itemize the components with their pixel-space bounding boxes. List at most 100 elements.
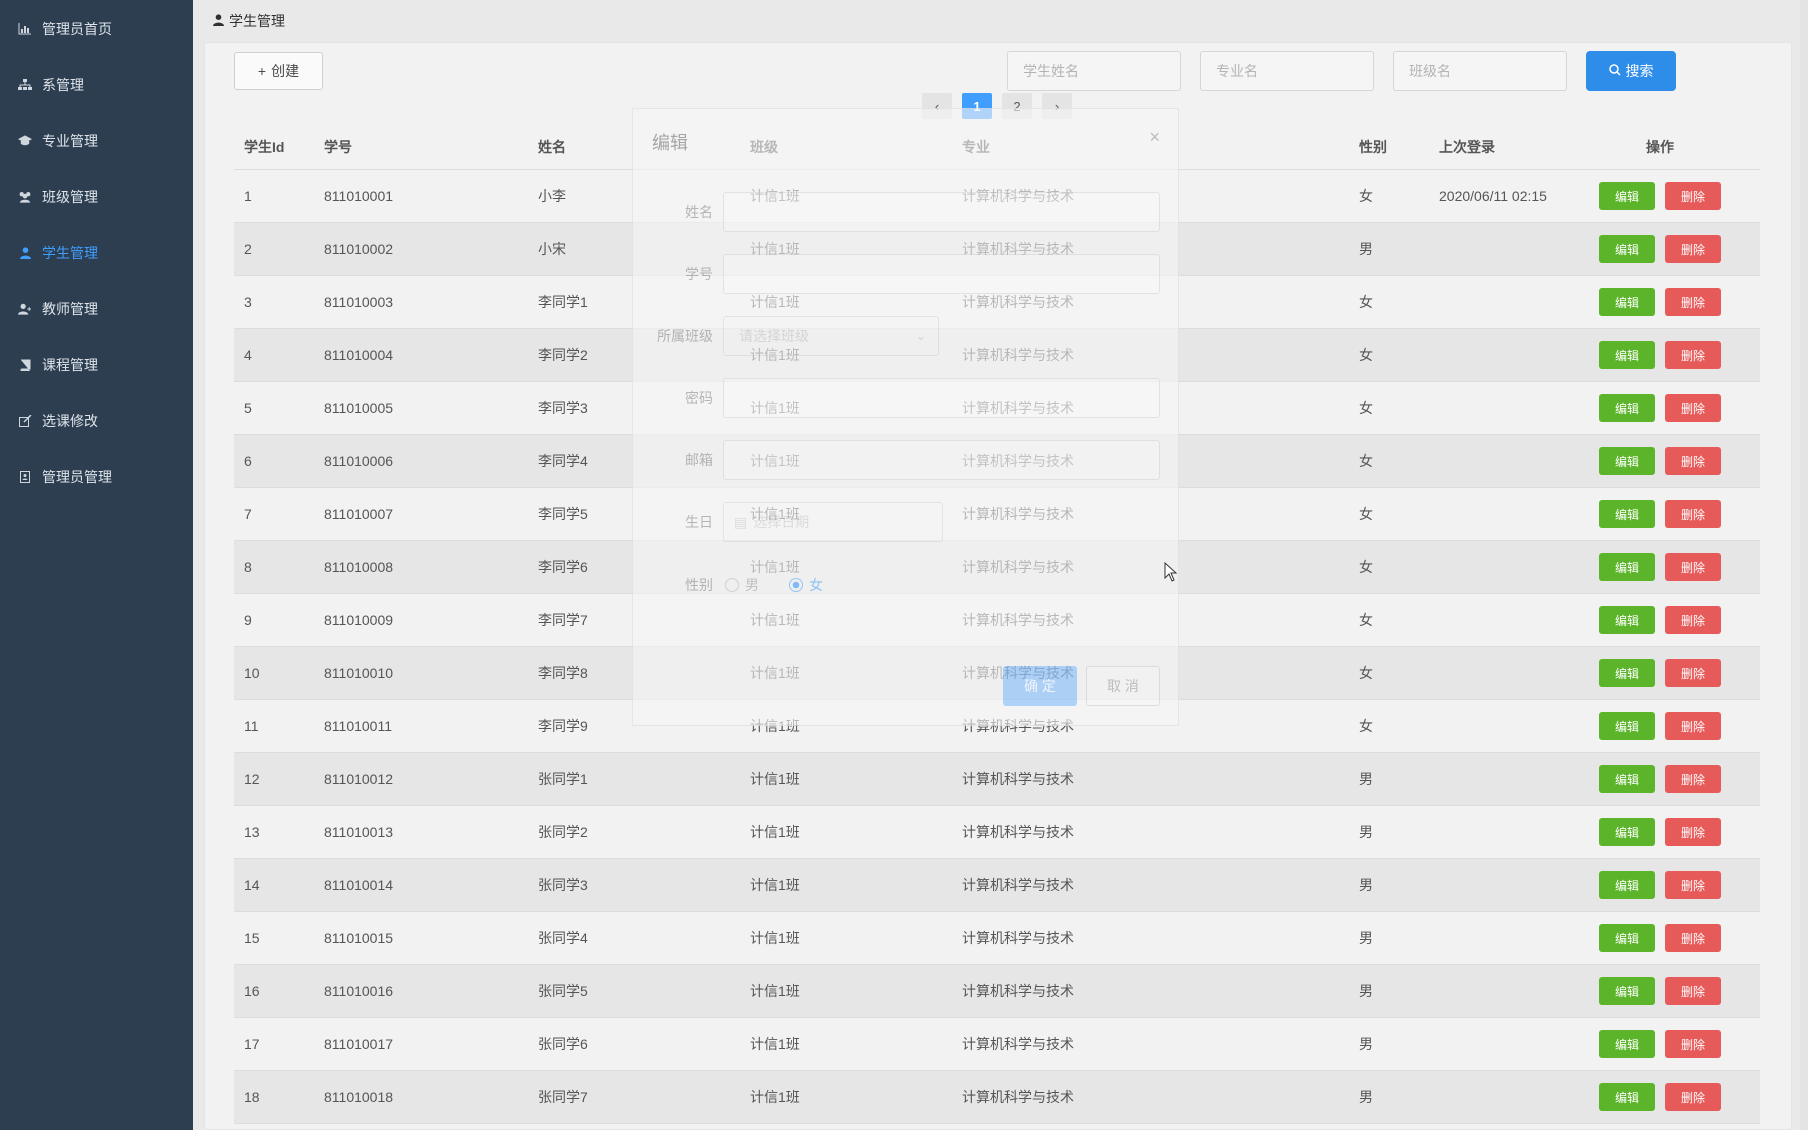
search-icon: [1608, 63, 1621, 79]
birthday-date-picker[interactable]: ▤ 选择日期: [723, 502, 943, 542]
number-field[interactable]: [723, 254, 1160, 294]
email-field[interactable]: [723, 440, 1160, 480]
cell-no: 811010009: [324, 612, 394, 628]
scrollbar[interactable]: [1800, 0, 1808, 1130]
edit-button[interactable]: 编辑: [1599, 977, 1655, 1005]
user-plus-icon: [18, 302, 32, 316]
user-icon: [18, 246, 32, 260]
cell-major: 计算机科学与技术: [962, 1036, 1074, 1052]
class-select-placeholder: 请选择班级: [739, 328, 809, 344]
edit-button[interactable]: 编辑: [1599, 288, 1655, 316]
password-field[interactable]: [723, 378, 1160, 418]
delete-button[interactable]: 删除: [1665, 553, 1721, 581]
cell-name: 李同学3: [538, 400, 588, 416]
cell-id: 14: [244, 877, 260, 893]
major-name-search-input[interactable]: [1200, 51, 1374, 91]
sidebar-item[interactable]: 学生管理: [0, 233, 193, 273]
cell-gender: 男: [1359, 1089, 1373, 1105]
cell-name: 李同学8: [538, 665, 588, 681]
sidebar-item[interactable]: 专业管理: [0, 121, 193, 161]
edit-button[interactable]: 编辑: [1599, 447, 1655, 475]
edit-button[interactable]: 编辑: [1599, 871, 1655, 899]
table-row: 12 811010012 张同学1 计信1班 计算机科学与技术 男 编辑 删除: [234, 753, 1760, 806]
column-header: 学号: [324, 138, 352, 155]
edit-button[interactable]: 编辑: [1599, 182, 1655, 210]
cell-class: 计信1班: [750, 771, 800, 787]
plus-icon: +: [257, 63, 267, 79]
chevron-down-icon: ⌄: [915, 329, 926, 343]
sidebar-item[interactable]: 教师管理: [0, 289, 193, 329]
edit-button[interactable]: 编辑: [1599, 553, 1655, 581]
delete-button[interactable]: 删除: [1665, 341, 1721, 369]
cell-gender: 女: [1359, 506, 1373, 522]
email-label: 邮箱: [685, 452, 713, 468]
student-name-search-input[interactable]: [1007, 51, 1181, 91]
sidebar-item[interactable]: 班级管理: [0, 177, 193, 217]
edit-button[interactable]: 编辑: [1599, 659, 1655, 687]
users-icon: [18, 190, 32, 204]
edit-button[interactable]: 编辑: [1599, 394, 1655, 422]
delete-button[interactable]: 删除: [1665, 394, 1721, 422]
edit-button[interactable]: 编辑: [1599, 712, 1655, 740]
row-actions: 编辑 删除: [1599, 288, 1721, 316]
close-icon[interactable]: ×: [1149, 127, 1160, 148]
cell-id: 17: [244, 1036, 260, 1052]
sidebar-item-label: 专业管理: [42, 133, 98, 149]
edit-button[interactable]: 编辑: [1599, 818, 1655, 846]
gender-radio-male[interactable]: 男: [725, 575, 759, 595]
confirm-button[interactable]: 确 定: [1003, 666, 1077, 706]
cell-major: 计算机科学与技术: [962, 983, 1074, 999]
cell-no: 811010006: [324, 453, 394, 469]
edit-button[interactable]: 编辑: [1599, 235, 1655, 263]
delete-button[interactable]: 删除: [1665, 712, 1721, 740]
delete-button[interactable]: 删除: [1665, 182, 1721, 210]
delete-button[interactable]: 删除: [1665, 500, 1721, 528]
cell-id: 10: [244, 665, 260, 681]
search-button[interactable]: 搜索: [1586, 51, 1676, 91]
cell-name: 张同学1: [538, 771, 588, 787]
delete-button[interactable]: 删除: [1665, 288, 1721, 316]
delete-button[interactable]: 删除: [1665, 606, 1721, 634]
cell-id: 5: [244, 400, 252, 416]
cell-major: 计算机科学与技术: [962, 824, 1074, 840]
radio-circle-icon: [725, 578, 739, 592]
delete-button[interactable]: 删除: [1665, 818, 1721, 846]
cell-name: 李同学9: [538, 718, 588, 734]
search-button-label: 搜索: [1625, 63, 1654, 79]
edit-button[interactable]: 编辑: [1599, 765, 1655, 793]
sidebar-item[interactable]: 管理员首页: [0, 9, 193, 49]
row-actions: 编辑 删除: [1599, 871, 1721, 899]
gender-radio-female[interactable]: 女: [789, 575, 823, 595]
cell-id: 8: [244, 559, 252, 575]
cell-gender: 女: [1359, 294, 1373, 310]
cell-gender: 女: [1359, 347, 1373, 363]
edit-button[interactable]: 编辑: [1599, 1030, 1655, 1058]
delete-button[interactable]: 删除: [1665, 235, 1721, 263]
edit-button[interactable]: 编辑: [1599, 500, 1655, 528]
delete-button[interactable]: 删除: [1665, 924, 1721, 952]
delete-button[interactable]: 删除: [1665, 659, 1721, 687]
create-button[interactable]: + 创建: [234, 52, 323, 90]
class-select[interactable]: 请选择班级 ⌄: [723, 316, 939, 356]
cancel-button[interactable]: 取 消: [1086, 666, 1160, 706]
cell-no: 811010005: [324, 400, 394, 416]
sitemap-icon: [18, 78, 32, 92]
edit-button[interactable]: 编辑: [1599, 606, 1655, 634]
sidebar-item[interactable]: 选课修改: [0, 401, 193, 441]
cell-major: 计算机科学与技术: [962, 1089, 1074, 1105]
sidebar-item[interactable]: 管理员管理: [0, 457, 193, 497]
delete-button[interactable]: 删除: [1665, 765, 1721, 793]
sidebar-item[interactable]: 课程管理: [0, 345, 193, 385]
delete-button[interactable]: 删除: [1665, 977, 1721, 1005]
edit-button[interactable]: 编辑: [1599, 341, 1655, 369]
sidebar-item[interactable]: 系管理: [0, 65, 193, 105]
name-field[interactable]: [723, 192, 1160, 232]
edit-button[interactable]: 编辑: [1599, 1083, 1655, 1111]
edit-button[interactable]: 编辑: [1599, 924, 1655, 952]
cell-no: 811010004: [324, 347, 394, 363]
delete-button[interactable]: 删除: [1665, 1030, 1721, 1058]
delete-button[interactable]: 删除: [1665, 1083, 1721, 1111]
class-name-search-input[interactable]: [1393, 51, 1567, 91]
delete-button[interactable]: 删除: [1665, 871, 1721, 899]
delete-button[interactable]: 删除: [1665, 447, 1721, 475]
